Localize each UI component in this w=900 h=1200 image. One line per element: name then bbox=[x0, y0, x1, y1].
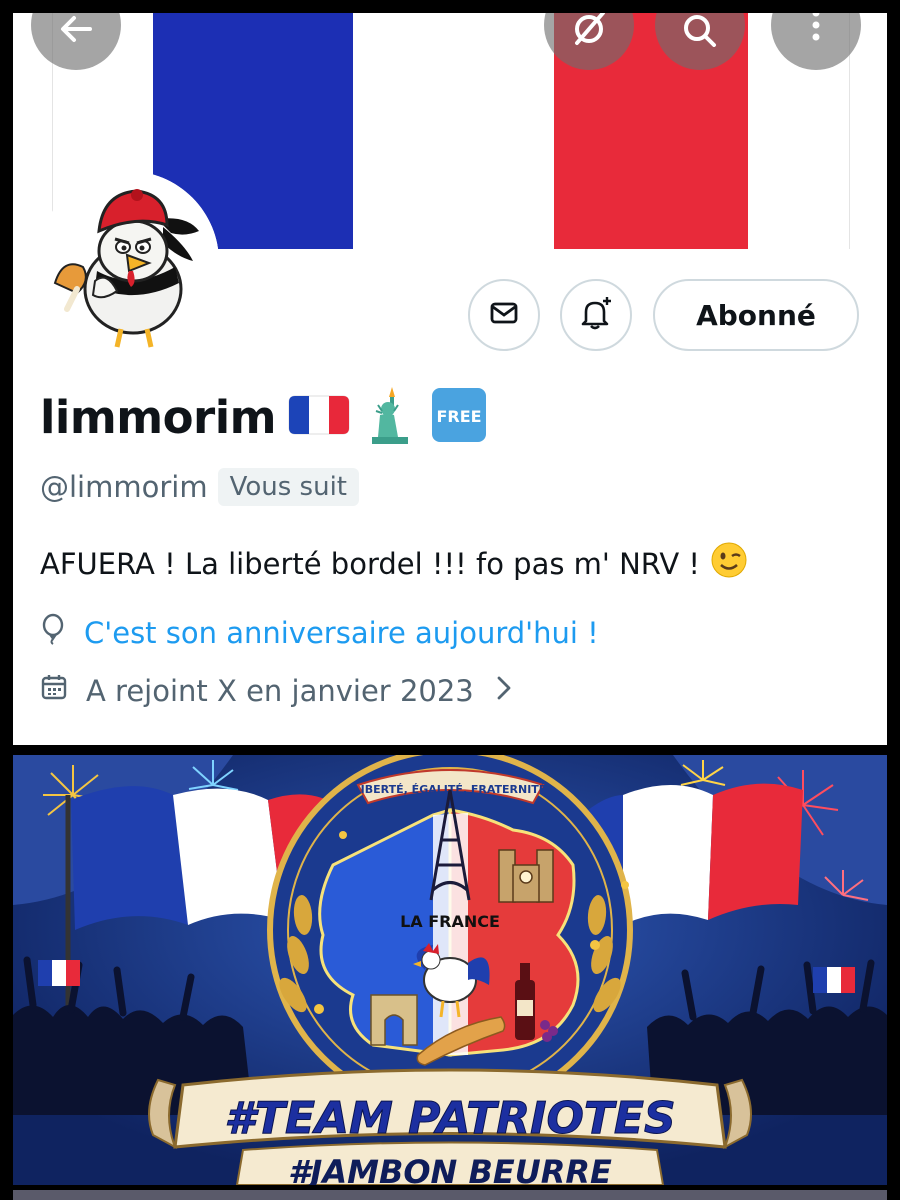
handle-row: @limmorim Vous suit bbox=[40, 468, 359, 506]
flag-white-band bbox=[353, 13, 553, 249]
statue-of-liberty-emoji bbox=[362, 385, 418, 449]
display-name-row: limmorim FREE bbox=[40, 385, 488, 449]
poster-sub-text: #JAMBON BEURRE bbox=[288, 1153, 612, 1185]
following-button-label: Abonné bbox=[696, 298, 816, 332]
follows-you-badge: Vous suit bbox=[217, 468, 359, 506]
patriotic-poster: LIBERTÉ, ÉGALITÉ, FRATERNITÉ LA FRANCE #… bbox=[13, 755, 887, 1185]
free-button-emoji: FREE bbox=[430, 386, 488, 448]
notification-button[interactable] bbox=[560, 279, 632, 351]
more-vertical-icon bbox=[806, 13, 826, 47]
bio: AFUERA ! La liberté bordel !!! fo pas m'… bbox=[40, 541, 748, 586]
grok-icon bbox=[567, 13, 611, 47]
joined-row[interactable]: A rejoint X en janvier 2023 bbox=[40, 673, 512, 708]
avatar[interactable] bbox=[37, 171, 219, 353]
bell-plus-icon bbox=[578, 295, 614, 335]
envelope-icon bbox=[488, 297, 520, 333]
poster-banner-text: #TEAM PATRIOTES bbox=[224, 1093, 675, 1144]
arrow-left-icon bbox=[56, 13, 96, 45]
svg-text:FREE: FREE bbox=[437, 407, 482, 426]
joined-text: A rejoint X en janvier 2023 bbox=[86, 673, 474, 708]
chevron-right-icon bbox=[496, 674, 512, 708]
following-button[interactable]: Abonné bbox=[653, 279, 859, 351]
profile-screen: Abonné limmorim FREE @limmorim Vous suit… bbox=[13, 13, 887, 745]
display-name: limmorim bbox=[40, 390, 277, 444]
birthday-text[interactable]: C'est son anniversaire aujourd'hui ! bbox=[84, 616, 599, 650]
user-handle: @limmorim bbox=[40, 470, 208, 504]
message-button[interactable] bbox=[468, 279, 540, 351]
flag-france-emoji bbox=[288, 392, 350, 442]
bio-text: AFUERA ! La liberté bordel !!! fo pas m'… bbox=[40, 546, 701, 581]
birthday-row: C'est son anniversaire aujourd'hui ! bbox=[40, 613, 599, 652]
search-icon bbox=[678, 13, 722, 47]
balloon-icon bbox=[40, 613, 66, 652]
winking-face-emoji bbox=[710, 541, 748, 586]
calendar-icon bbox=[40, 673, 68, 708]
next-image-strip bbox=[13, 1190, 887, 1200]
poster-map-label: LA FRANCE bbox=[400, 912, 500, 931]
